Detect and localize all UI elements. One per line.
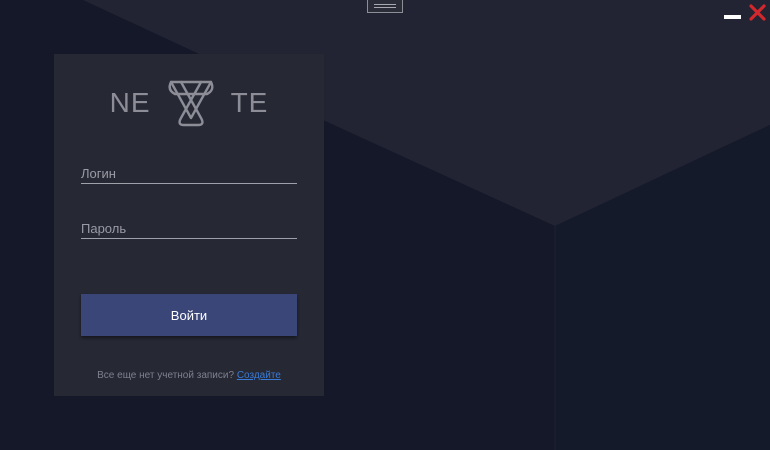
login-field[interactable] <box>81 158 297 184</box>
triangle-knot-icon <box>168 80 214 127</box>
logo: NE TE <box>54 78 324 128</box>
login-input[interactable] <box>81 158 297 183</box>
minimize-icon <box>724 15 741 19</box>
launcher-window: NE TE Войти Все еще нет учетной записи? … <box>0 0 770 450</box>
close-icon <box>749 4 766 21</box>
drag-handle-icon[interactable] <box>367 0 403 13</box>
login-card: NE TE Войти Все еще нет учетной записи? … <box>54 54 324 396</box>
logo-text-left: NE <box>109 87 151 118</box>
minimize-button[interactable] <box>724 6 742 22</box>
password-field[interactable] <box>81 213 297 239</box>
password-input[interactable] <box>81 213 297 238</box>
register-prompt: Все еще нет учетной записи? Создайте <box>54 370 324 381</box>
register-link[interactable]: Создайте <box>237 370 281 381</box>
close-button[interactable] <box>749 4 767 21</box>
register-prompt-text: Все еще нет учетной записи? <box>97 370 235 381</box>
logo-text-right: TE <box>230 87 269 118</box>
login-button[interactable]: Войти <box>81 294 297 336</box>
